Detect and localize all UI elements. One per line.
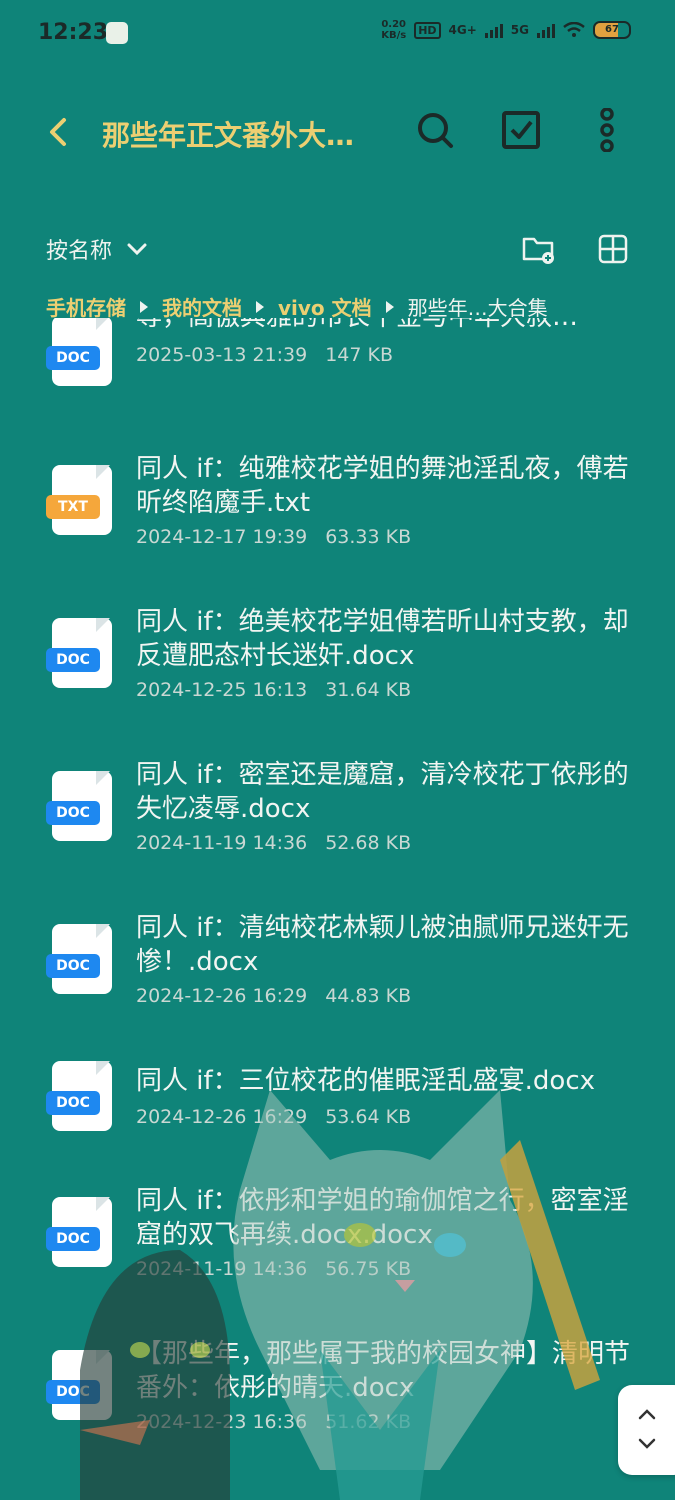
doc-file-icon: DOC: [46, 1061, 114, 1131]
file-meta: 2024-12-25 16:13 31.64 KB: [136, 679, 412, 701]
list-toolbar: 按名称: [0, 225, 675, 275]
net-speed: 0.20 KB/s: [381, 19, 407, 41]
file-meta: 2024-12-26 16:29 44.83 KB: [136, 985, 412, 1007]
file-name: 同人 if：绝美校花学姐傅若昕山村支教，却反遭肥态村长迷奸.docx: [136, 607, 629, 671]
file-name: 同人 if：三位校花的催眠淫乱盛宴.docx: [136, 1066, 595, 1096]
more-options-button[interactable]: [585, 107, 629, 153]
file-item[interactable]: DOC 辱，高傲典雅的市长千金与中年大叔… 2025-03-13 21:3914…: [0, 318, 675, 438]
file-item[interactable]: DOC 同人 if：密室还是魔窟，清冷校花丁依彤的失忆凌辱.docx 2024-…: [0, 758, 675, 908]
file-list: DOC 辱，高傲典雅的市长千金与中年大叔… 2025-03-13 21:3914…: [0, 318, 675, 1500]
status-indicators: 0.20 KB/s HD 4G+ 5G 67: [381, 19, 631, 41]
breadcrumb-vivo-documents[interactable]: vivo 文档: [278, 292, 372, 321]
app-header: 那些年正文番外大…: [0, 90, 675, 180]
file-name: 【那些年，那些属于我的校园女神】清明节番外：依彤的晴天.docx: [136, 1339, 631, 1403]
checkbox-icon: [502, 111, 540, 149]
file-item[interactable]: DOC 同人 if：清纯校花林颖儿被油腻师兄迷奸无惨！.docx 2024-12…: [0, 911, 675, 1061]
file-meta: 2024-12-23 16:36 51.62 KB: [136, 1411, 412, 1433]
search-icon: [418, 113, 453, 148]
signal-icon-secondary: [537, 22, 555, 38]
breadcrumb-current-folder: 那些年…大合集: [407, 296, 548, 320]
breadcrumb-phone-storage[interactable]: 手机存储: [46, 292, 126, 321]
more-vertical-icon: [600, 107, 614, 153]
chevron-down-icon[interactable]: [636, 1437, 658, 1451]
breadcrumb-my-documents[interactable]: 我的文档: [162, 292, 242, 321]
breadcrumb: 手机存储 我的文档 vivo 文档 那些年…大合集: [46, 292, 548, 321]
doc-file-icon: DOC: [46, 1197, 114, 1267]
chevron-down-icon: [127, 243, 147, 256]
file-name: 辱，高傲典雅的市长千金与中年大叔…: [136, 318, 636, 334]
file-item[interactable]: DOC 同人 if：绝美校花学姐傅若昕山村支教，却反遭肥态村长迷奸.docx 2…: [0, 605, 675, 755]
sort-label: 按名称: [46, 239, 113, 264]
fast-scroll-control[interactable]: [618, 1385, 675, 1475]
doc-file-icon: DOC: [46, 924, 114, 994]
file-meta: 2025-03-13 21:39 147 KB: [136, 344, 394, 366]
status-time: 12:23: [38, 20, 109, 45]
sort-dropdown[interactable]: 按名称: [46, 233, 148, 265]
file-name: 同人 if：纯雅校花学姐的舞池淫乱夜，傅若昕终陷魔手.txt: [136, 454, 629, 518]
battery-icon: 67: [593, 21, 631, 39]
back-button[interactable]: [40, 112, 80, 152]
network-type-secondary: 5G: [510, 23, 529, 37]
file-name: 同人 if：密室还是魔窟，清冷校花丁依彤的失忆凌辱.docx: [136, 760, 629, 824]
breadcrumb-separator-icon: [385, 300, 394, 313]
signal-icon: [484, 22, 503, 38]
new-folder-button[interactable]: [520, 231, 556, 267]
file-name: 同人 if：清纯校花林颖儿被油腻师兄迷奸无惨！.docx: [136, 913, 629, 977]
search-button[interactable]: [413, 108, 457, 152]
file-name: 同人 if：依彤和学姐的瑜伽馆之行，密室淫窟的双飞再续.docx.docx: [136, 1186, 629, 1250]
grid-icon: [598, 234, 628, 264]
grid-view-button[interactable]: [595, 231, 631, 267]
page-title: 那些年正文番外大…: [102, 119, 355, 152]
file-meta: 2024-11-19 14:36 56.75 KB: [136, 1258, 412, 1280]
txt-file-icon: TXT: [46, 465, 114, 535]
doc-file-icon: DOC: [46, 1350, 114, 1420]
file-meta: 2024-11-19 14:36 52.68 KB: [136, 832, 412, 854]
breadcrumb-separator-icon: [256, 300, 264, 313]
chevron-up-icon[interactable]: [636, 1407, 658, 1421]
hd-icon: HD: [414, 21, 441, 39]
doc-file-icon: DOC: [46, 771, 114, 841]
multi-select-button[interactable]: [499, 108, 543, 152]
breadcrumb-separator-icon: [140, 300, 148, 313]
status-bar: 12:23 0.20 KB/s HD 4G+ 5G 67: [0, 0, 675, 68]
doc-file-icon: DOC: [46, 318, 114, 386]
chevron-left-icon: [50, 118, 66, 146]
file-meta: 2024-12-26 16:29 53.64 KB: [136, 1106, 412, 1128]
file-item[interactable]: DOC 【那些年，那些属于我的校园女神】清明节番外：依彤的晴天.docx 202…: [0, 1337, 675, 1487]
notification-app-icon: [106, 22, 128, 44]
doc-file-icon: DOC: [46, 618, 114, 688]
file-meta: 2024-12-17 19:39 63.33 KB: [136, 526, 412, 548]
file-item[interactable]: DOC 同人 if：依彤和学姐的瑜伽馆之行，密室淫窟的双飞再续.docx.doc…: [0, 1184, 675, 1334]
file-item[interactable]: TXT 同人 if：纯雅校花学姐的舞池淫乱夜，傅若昕终陷魔手.txt 2024-…: [0, 452, 675, 602]
wifi-icon: [563, 22, 585, 37]
folder-add-icon: [522, 237, 554, 264]
network-type: 4G+: [448, 23, 477, 37]
